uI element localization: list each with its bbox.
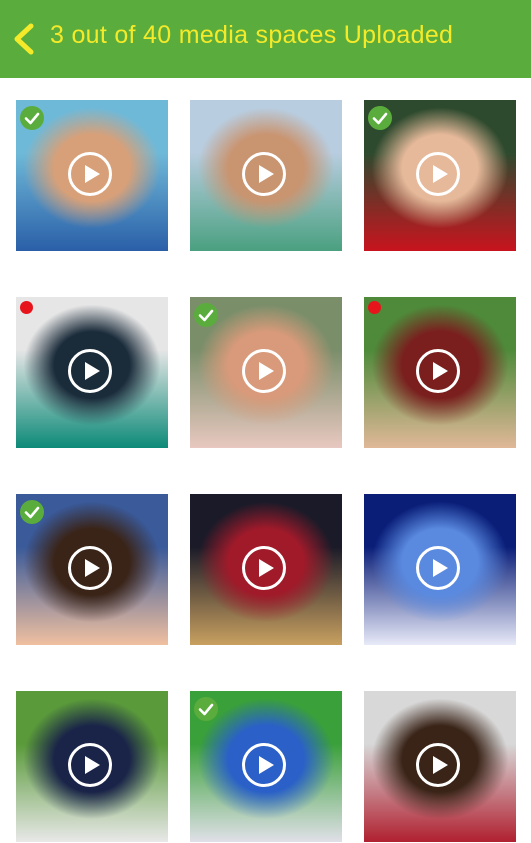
play-icon[interactable] [68, 743, 112, 787]
pending-dot-icon [20, 301, 33, 314]
chevron-left-icon [14, 23, 34, 55]
media-tile-kids-selfie[interactable] [364, 691, 516, 842]
play-icon[interactable] [242, 349, 286, 393]
play-icon[interactable] [416, 743, 460, 787]
upload-progress-title: 3 out of 40 media spaces Uploaded [50, 21, 454, 49]
play-icon[interactable] [416, 349, 460, 393]
media-tile-beach-friends[interactable] [190, 100, 342, 251]
play-icon[interactable] [68, 546, 112, 590]
play-icon[interactable] [242, 152, 286, 196]
play-icon[interactable] [416, 152, 460, 196]
media-tile-kids-snow[interactable] [16, 297, 168, 448]
media-tile-toddler-tutu[interactable] [364, 100, 516, 251]
app-header: 3 out of 40 media spaces Uploaded [0, 0, 531, 78]
uploaded-check-icon [19, 105, 45, 136]
play-icon[interactable] [242, 743, 286, 787]
play-icon[interactable] [68, 349, 112, 393]
media-tile-soldier-baby[interactable] [190, 297, 342, 448]
media-tile-volleyball[interactable] [190, 494, 342, 645]
uploaded-check-icon [193, 302, 219, 333]
play-icon[interactable] [416, 546, 460, 590]
uploaded-check-icon [367, 105, 393, 136]
media-tile-egg-hunt[interactable] [16, 691, 168, 842]
uploaded-check-icon [19, 499, 45, 530]
media-tile-beach-group[interactable] [16, 100, 168, 251]
pending-dot-icon [368, 301, 381, 314]
media-tile-birthday-girl[interactable] [16, 494, 168, 645]
play-icon[interactable] [68, 152, 112, 196]
media-tile-castle[interactable] [364, 494, 516, 645]
back-button[interactable] [10, 22, 40, 56]
media-tile-soccer-girls[interactable] [190, 691, 342, 842]
uploaded-check-icon [193, 696, 219, 727]
play-icon[interactable] [242, 546, 286, 590]
media-tile-stadium-fans[interactable] [364, 297, 516, 448]
